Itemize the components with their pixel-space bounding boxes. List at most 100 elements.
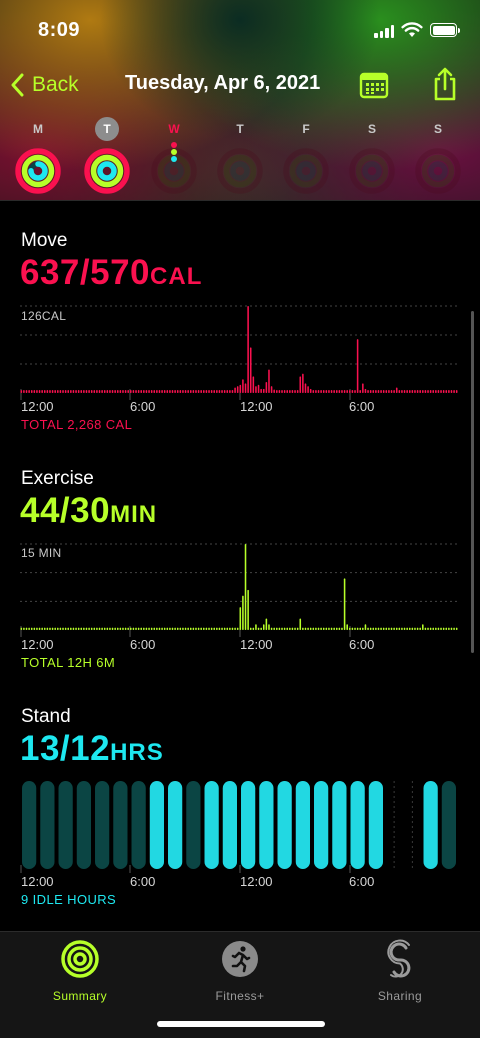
tab-sharing-label: Sharing [377, 989, 423, 1003]
day-label: T [236, 122, 244, 136]
chart-bar [299, 376, 302, 393]
day-4[interactable]: F [276, 117, 336, 196]
chart-bar [252, 376, 255, 393]
chart-bar [335, 390, 338, 393]
day-2[interactable]: W [144, 117, 204, 196]
chart-bar [161, 627, 163, 630]
day-3[interactable]: T [210, 117, 270, 196]
chart-bar [359, 390, 362, 393]
move-value-number: 637/570 [20, 253, 151, 292]
chart-bar [242, 379, 244, 393]
chart-bar [448, 390, 450, 393]
chart-bar [416, 390, 419, 393]
chart-bar [43, 390, 46, 393]
chart-bar [187, 390, 189, 393]
chart-bar [103, 390, 106, 393]
chart-bar [234, 627, 236, 630]
tab-fitness-label: Fitness+ [215, 989, 265, 1003]
chart-bar [51, 390, 54, 393]
share-icon[interactable] [430, 66, 460, 102]
chart-bar [216, 627, 218, 630]
chart-bar [176, 390, 179, 393]
chart-bar [33, 390, 36, 393]
exercise-tick: 12:00 [240, 637, 273, 652]
chart-bar [205, 627, 208, 630]
chart-bar [281, 390, 283, 393]
chart-bar [106, 627, 109, 630]
stand-hour-bar [368, 781, 383, 869]
activity-rings-icon [283, 148, 329, 194]
stand-hour-bar [149, 781, 164, 869]
chart-bar [169, 627, 171, 630]
chart-bar [312, 627, 315, 630]
chart-bar [153, 390, 156, 393]
chart-bar [435, 627, 437, 630]
tab-sharing[interactable]: Sharing [320, 932, 480, 1003]
chart-bar [80, 390, 83, 393]
chart-bar [223, 627, 226, 630]
chart-bar [356, 627, 359, 630]
day-6[interactable]: S [408, 117, 468, 196]
chart-bar [90, 390, 93, 393]
back-button[interactable]: Back [10, 70, 79, 100]
day-0[interactable]: M [8, 117, 68, 196]
chart-bar [403, 627, 406, 630]
chart-bar [262, 624, 265, 630]
chart-bar [221, 390, 223, 393]
day-1[interactable]: T [77, 117, 137, 196]
chart-bar [33, 627, 36, 630]
home-indicator[interactable] [157, 1021, 325, 1027]
chart-bar [57, 390, 59, 393]
stand-hour-bar [441, 781, 456, 869]
chart-bar [166, 627, 169, 630]
chart-bar [385, 390, 388, 393]
chart-bar [247, 306, 249, 393]
activity-rings-icon [15, 148, 61, 194]
day-label: W [168, 122, 180, 136]
chart-bar [427, 627, 429, 630]
chart-bar [200, 390, 202, 393]
stand-hour-bar [40, 781, 55, 869]
chart-bar [354, 390, 356, 393]
chart-bar [377, 390, 380, 393]
chart-bar [442, 627, 445, 630]
chart-bar [349, 390, 351, 393]
chart-bar [111, 390, 114, 393]
chart-bar [270, 386, 273, 393]
sharing-icon [387, 939, 411, 978]
chart-bar [46, 627, 49, 630]
chart-bar [20, 390, 23, 393]
chart-bar [382, 627, 385, 630]
chart-bar [320, 627, 322, 630]
chart-bar [398, 390, 401, 393]
chart-bar [127, 390, 129, 393]
chart-bar [395, 387, 398, 393]
chart-bar [174, 627, 176, 630]
chart-bar [236, 627, 239, 630]
chart-bar [440, 390, 442, 393]
chart-bar [184, 390, 187, 393]
chart-bar [218, 390, 221, 393]
battery-icon [430, 23, 460, 37]
chart-bar [182, 390, 184, 393]
week-strip: MTWTFSS [0, 117, 480, 197]
chart-bar [28, 627, 30, 630]
chart-bar [304, 383, 307, 393]
chart-bar [96, 627, 98, 630]
day-5[interactable]: S [342, 117, 402, 196]
stand-hour-bar [222, 781, 237, 869]
chart-bar [137, 627, 140, 630]
chart-bar [278, 627, 281, 630]
summary-rings-icon [61, 940, 99, 978]
chart-bar [427, 390, 429, 393]
tab-summary[interactable]: Summary [0, 932, 160, 1003]
chart-bar [265, 381, 268, 393]
chart-bar [435, 390, 437, 393]
chart-bar [85, 627, 88, 630]
tab-fitness-plus[interactable]: Fitness+ [160, 932, 320, 1003]
scroll-indicator[interactable] [471, 311, 474, 653]
chart-bar [189, 390, 192, 393]
chart-bar [328, 627, 330, 630]
calendar-icon[interactable] [359, 71, 389, 99]
chart-bar [51, 627, 54, 630]
